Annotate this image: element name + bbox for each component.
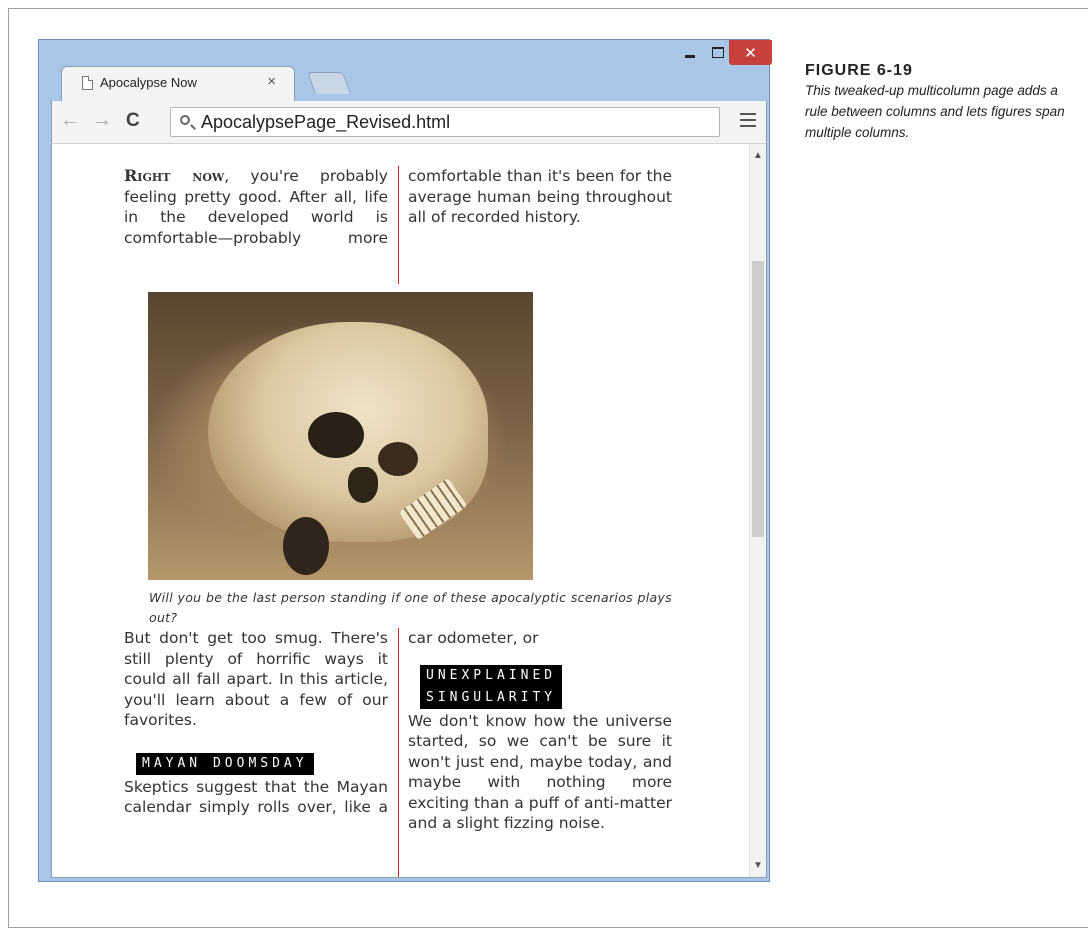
tab-close-button[interactable]: × (267, 73, 276, 90)
tab-title: Apocalypse Now (100, 75, 197, 90)
intro-columns: Right now, you're probably feeling prett… (124, 166, 672, 284)
body-paragraph: We don't know how the universe started, … (408, 711, 672, 833)
heading-mayan-doomsday: MAYAN DOOMSDAY (136, 752, 388, 775)
lead-in: Right now (124, 166, 225, 185)
scroll-down-icon[interactable]: ▼ (753, 860, 763, 871)
vertical-scrollbar[interactable]: ▲ ▼ (749, 144, 766, 877)
minimize-icon (685, 55, 695, 58)
figure-description: This tweaked-up multicolumn page adds a … (805, 83, 1065, 140)
address-bar[interactable]: ApocalypsePage_Revised.html (170, 107, 720, 137)
menu-button[interactable] (740, 113, 756, 131)
document-icon (82, 76, 93, 90)
tab-apocalypse-now[interactable]: Apocalypse Now × (61, 66, 295, 102)
forward-button[interactable]: → (92, 109, 112, 132)
heading-unexplained-singularity: UNEXPLAINED SINGULARITY (420, 664, 672, 709)
scroll-up-icon[interactable]: ▲ (753, 150, 763, 161)
close-icon: ✕ (744, 44, 757, 62)
skull-image (148, 292, 533, 580)
close-window-button[interactable]: ✕ (729, 40, 772, 65)
url-text: ApocalypsePage_Revised.html (201, 112, 451, 132)
intro-paragraph: Right now, you're probably feeling prett… (124, 166, 672, 247)
body-columns: But don't get too smug. There's still pl… (124, 628, 672, 877)
toolbar: ← → C ApocalypsePage_Revised.html (51, 101, 767, 143)
new-tab-button[interactable] (306, 72, 352, 94)
figure-caption: Will you be the last person standing if … (149, 590, 672, 625)
maximize-button[interactable] (704, 40, 732, 65)
back-button[interactable]: ← (60, 109, 80, 132)
browser-window: ✕ Apocalypse Now × ← → C ApocalypsePage_… (38, 39, 772, 882)
maximize-icon (712, 47, 724, 58)
minimize-button[interactable] (676, 40, 704, 65)
reload-button[interactable]: C (126, 110, 140, 132)
search-icon (180, 115, 190, 125)
figure-label: FIGURE 6-19 (805, 62, 913, 79)
scroll-thumb[interactable] (752, 261, 764, 537)
page-viewport: Right now, you're probably feeling prett… (51, 143, 767, 878)
body-paragraph: But don't get too smug. There's still pl… (124, 629, 388, 729)
